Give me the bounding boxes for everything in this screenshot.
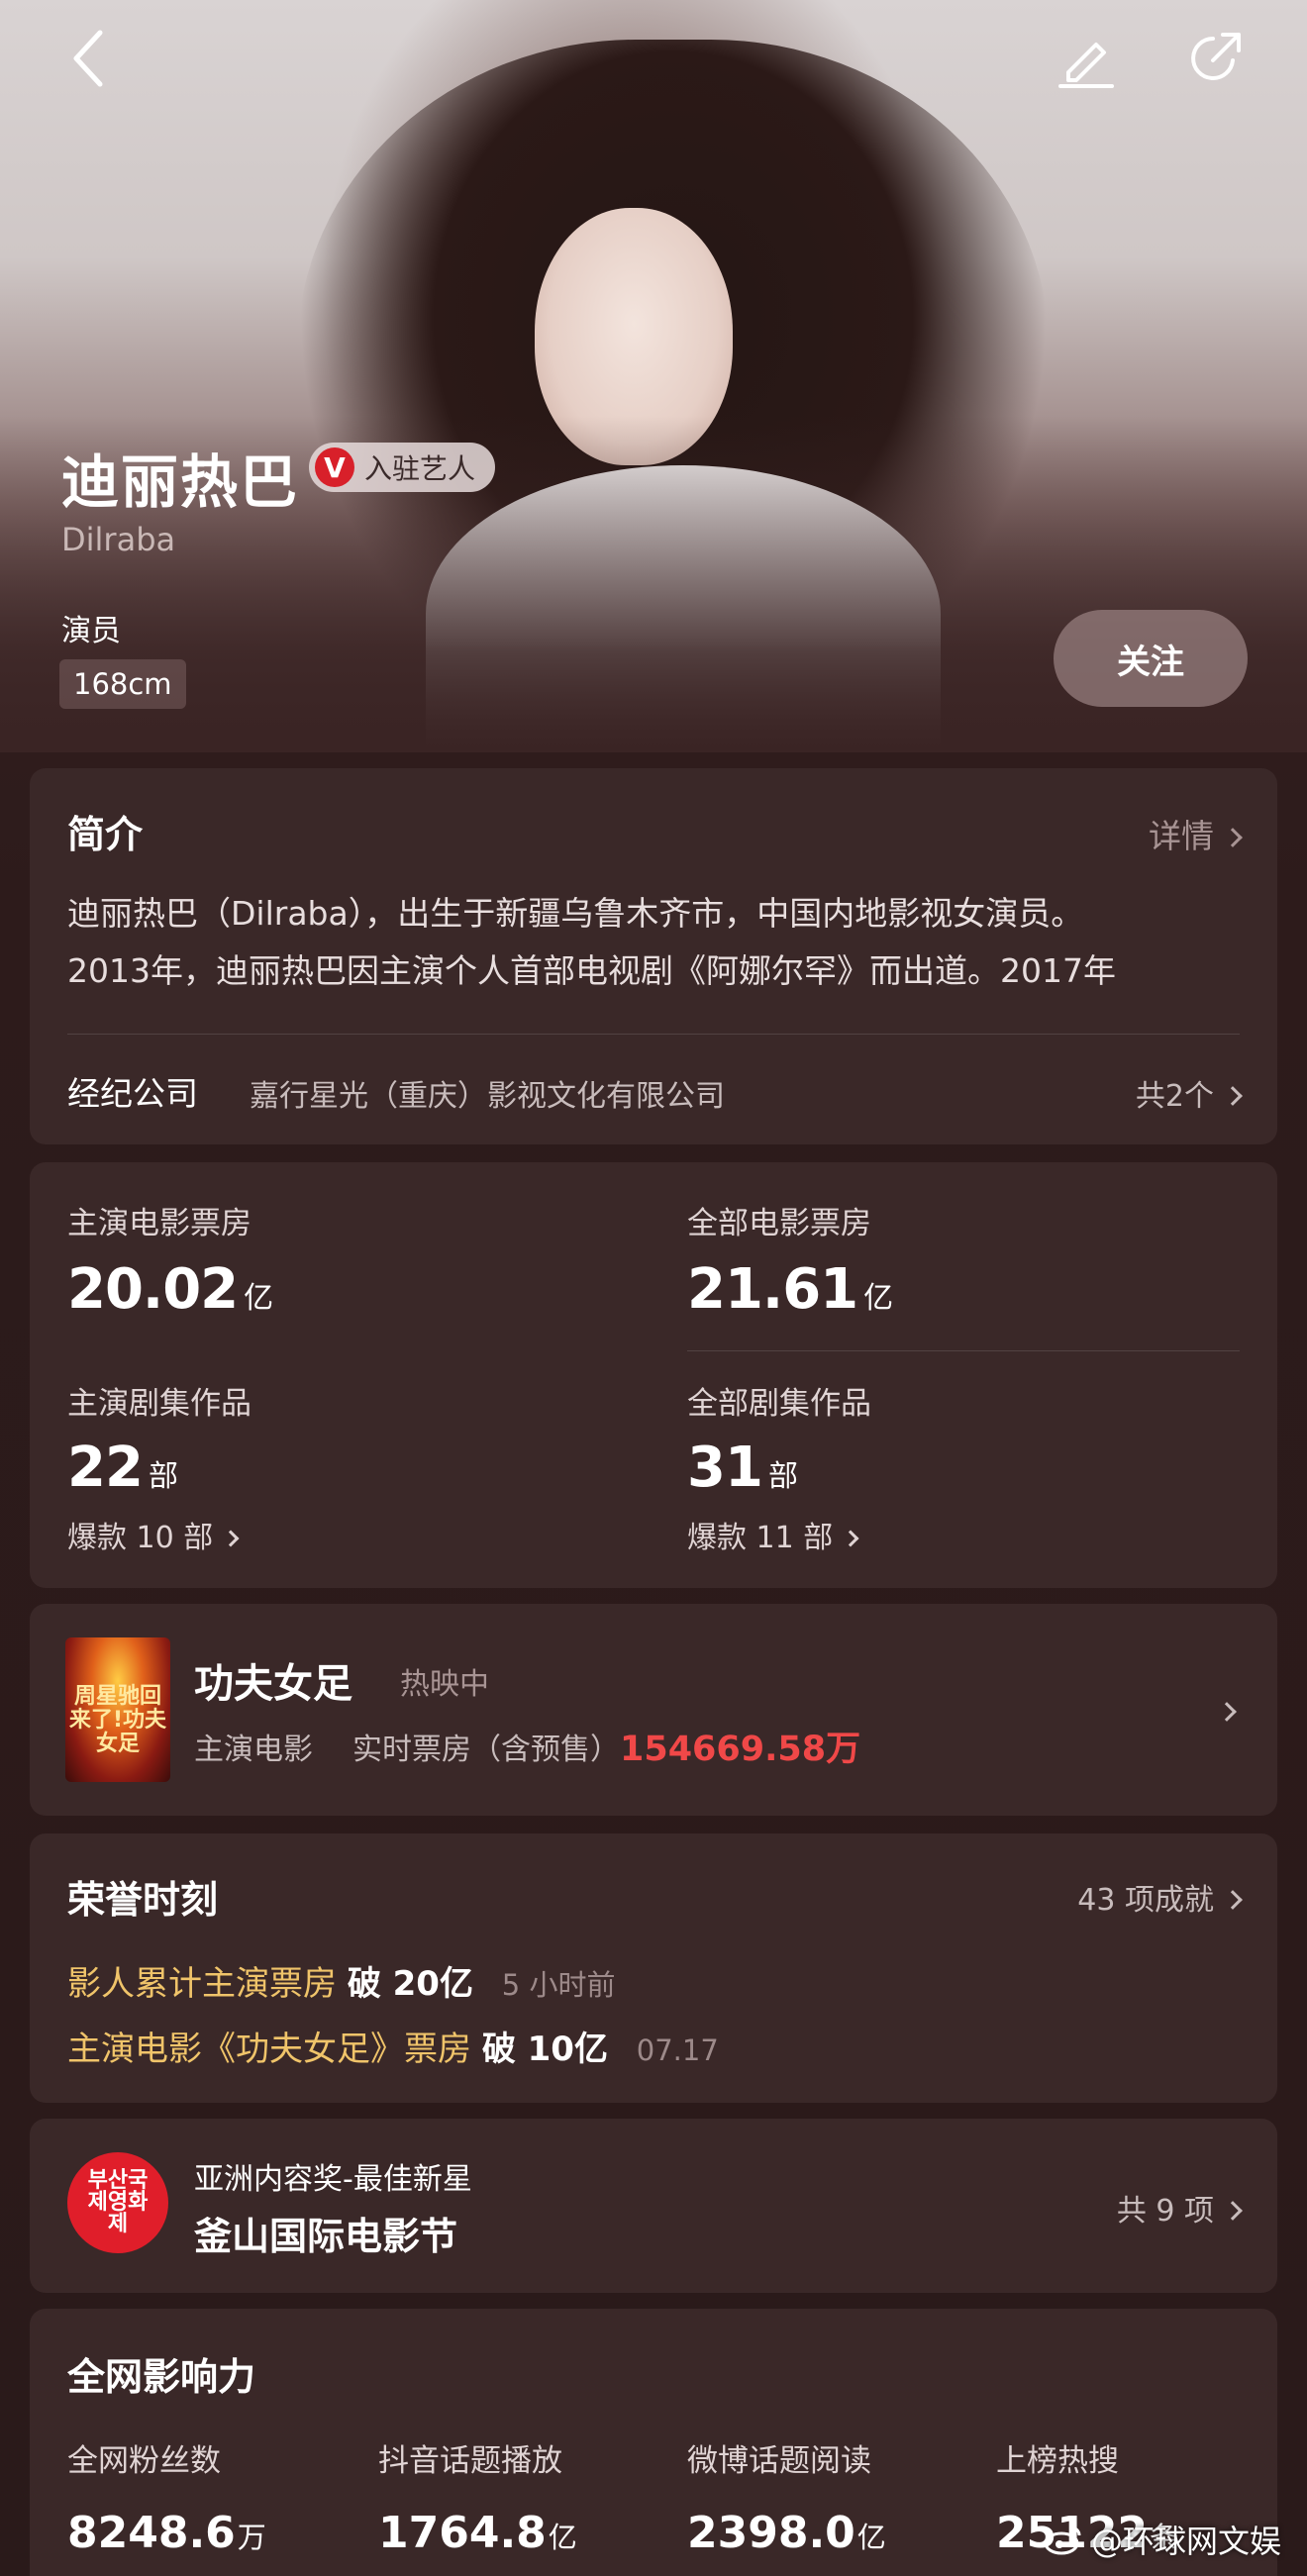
chevron-right-icon	[1223, 828, 1243, 847]
movie-box-office-label: 实时票房（含预售）	[352, 1733, 620, 1767]
chevron-right-icon	[1223, 1890, 1243, 1910]
intro-line-2: 2013年，迪丽热巴因主演个人首部电视剧《阿娜尔罕》而出道。2017年	[67, 951, 1116, 990]
agency-label: 经纪公司	[67, 1074, 198, 1113]
chevron-right-icon	[1223, 2201, 1243, 2221]
movie-status: 热映中	[400, 1667, 489, 1702]
verified-v-icon: V	[315, 447, 354, 487]
verified-artist-badge: V 入驻艺人	[309, 443, 496, 492]
lead-box-office-value: 20.02 亿	[67, 1257, 273, 1322]
movie-title: 功夫女足	[194, 1661, 352, 1707]
lead-box-office-label: 主演电影票房	[67, 1206, 251, 1241]
current-movie-card[interactable]: 周星驰回来了!功夫女足 功夫女足 热映中 主演电影 实时票房（含预售） 1546…	[30, 1604, 1277, 1816]
movie-poster: 周星驰回来了!功夫女足	[65, 1637, 170, 1782]
lead-series-hits-link[interactable]: 爆款 10 部	[67, 1513, 240, 1556]
honors-count-link[interactable]: 43 项成就	[1077, 1875, 1243, 1919]
influence-stat-fans[interactable]: 全网粉丝数 8248.6万	[67, 2435, 364, 2558]
artist-role: 演员	[61, 614, 121, 648]
movie-role: 主演电影	[194, 1733, 313, 1767]
lead-series-label: 主演剧集作品	[67, 1386, 251, 1422]
movie-box-office-value: 154669.58万	[620, 1730, 861, 1769]
chevron-right-icon	[1223, 1086, 1243, 1106]
intro-card: 简介 详情 迪丽热巴（Dilraba），出生于新疆乌鲁木齐市，中国内地影视女演员…	[30, 768, 1277, 1144]
festival-count-link[interactable]: 共 9 项	[1117, 2186, 1243, 2229]
all-series-hits-link[interactable]: 爆款 11 部	[687, 1513, 859, 1556]
honors-title: 荣誉时刻	[67, 1878, 219, 1922]
all-box-office-label: 全部电影票房	[687, 1206, 871, 1241]
lead-series-value: 22 部	[67, 1436, 178, 1500]
all-series-value: 31 部	[687, 1436, 798, 1500]
all-series-label: 全部剧集作品	[687, 1386, 871, 1422]
follow-button[interactable]: 关注	[1054, 610, 1248, 707]
award-name: 亚洲内容奖-最佳新星	[194, 2162, 472, 2197]
artist-profile-page: 迪丽热巴 V 入驻艺人 Dilraba 演员 168cm 关注 简介 详情 迪丽…	[0, 0, 1307, 2576]
height-tag: 168cm	[59, 659, 186, 709]
influence-stat-weibo[interactable]: 微博话题阅读 2398.0亿	[687, 2435, 984, 2558]
stats-card: 主演电影票房 20.02 亿 全部电影票房 21.61 亿 主演剧集作品 22 部 爆…	[30, 1162, 1277, 1588]
honor-item[interactable]: 影人累计主演票房 破 20亿 5 小时前	[67, 1956, 615, 2005]
intro-title: 简介	[67, 813, 144, 856]
honors-card: 荣誉时刻 43 项成就 影人累计主演票房 破 20亿 5 小时前 主演电影《功夫…	[30, 1833, 1277, 2103]
share-icon[interactable]	[1180, 24, 1250, 93]
chevron-right-icon	[1208, 1695, 1237, 1730]
intro-text[interactable]: 迪丽热巴（Dilraba），出生于新疆乌鲁木齐市，中国内地影视女演员。 2013…	[67, 885, 1246, 1000]
artist-name: 迪丽热巴	[61, 448, 300, 516]
honor-item[interactable]: 主演电影《功夫女足》票房 破 10亿 07.17	[67, 2022, 719, 2070]
weibo-icon	[1044, 2526, 1081, 2555]
chevron-right-icon	[222, 1530, 240, 1547]
divider	[67, 1034, 1240, 1035]
agency-name[interactable]: 嘉行星光（重庆）影视文化有限公司	[250, 1071, 725, 1115]
back-arrow-icon[interactable]	[53, 24, 123, 93]
agency-count-link[interactable]: 共2个	[1136, 1071, 1243, 1115]
festival-award-card[interactable]: 부산국제영화제 亚洲内容奖-最佳新星 釜山国际电影节 共 9 项	[30, 2119, 1277, 2293]
intro-line-1: 迪丽热巴（Dilraba），出生于新疆乌鲁木齐市，中国内地影视女演员。	[67, 894, 1084, 933]
edit-pencil-icon[interactable]	[1052, 24, 1121, 93]
chevron-right-icon	[842, 1530, 859, 1547]
busan-festival-logo: 부산국제영화제	[67, 2152, 168, 2253]
artist-alias: Dilraba	[61, 521, 176, 558]
badge-label: 入驻艺人	[364, 452, 476, 485]
source-watermark: @环球网文娱	[1044, 2517, 1281, 2562]
festival-name: 釜山国际电影节	[194, 2215, 458, 2258]
all-box-office-value: 21.61 亿	[687, 1257, 893, 1322]
influence-stat-douyin[interactable]: 抖音话题播放 1764.8亿	[378, 2435, 675, 2558]
influence-title: 全网影响力	[67, 2355, 256, 2399]
intro-detail-link[interactable]: 详情	[1149, 810, 1243, 857]
divider	[687, 1350, 1240, 1351]
